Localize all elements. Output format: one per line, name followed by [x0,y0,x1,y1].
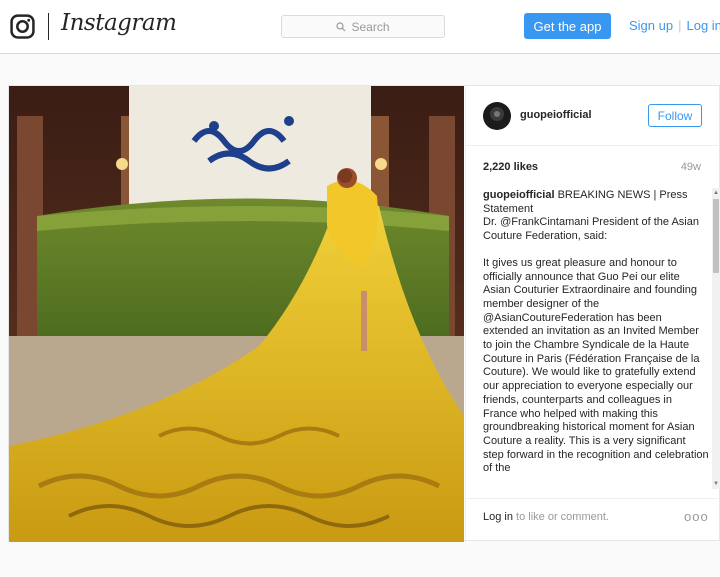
scroll-up-arrow-icon[interactable]: ▲ [712,188,720,198]
search-icon [336,21,346,31]
login-prompt-text: to like or comment. [512,511,609,523]
post-card: guopeiofficial Follow 2,220 likes 49w gu… [8,85,720,542]
get-the-app-button[interactable]: Get the app [524,13,611,39]
follow-button[interactable]: Follow [648,104,702,127]
auth-links: Sign up | Log in [629,18,720,33]
login-prompt: Log in to like or comment. [483,511,609,523]
search-input[interactable]: Search [281,15,445,38]
nav-divider [48,13,49,40]
caption-first-paragraph: guopeiofficial BREAKING NEWS | Press Sta… [483,189,709,244]
post-header: guopeiofficial Follow [466,86,720,146]
post-footer: Log in to like or comment. ooo [466,498,720,542]
post-sidebar: guopeiofficial Follow 2,220 likes 49w gu… [465,86,720,542]
post-username[interactable]: guopeiofficial [520,109,592,121]
search-placeholder: Search [351,19,390,34]
caption-scrollbar[interactable]: ▲ ▼ [712,188,720,489]
avatar-image [483,102,511,130]
likes-count[interactable]: 2,220 likes [483,161,538,173]
likes-row: 2,220 likes 49w [483,161,704,173]
post-photo-illustration [9,86,464,542]
auth-separator: | [678,18,682,33]
scroll-thumb[interactable] [713,199,719,273]
footer-login-link[interactable]: Log in [483,511,513,523]
instagram-camera-icon[interactable] [10,14,35,39]
login-link[interactable]: Log in [686,18,720,33]
scroll-down-arrow-icon[interactable]: ▼ [712,479,720,489]
caption-line2: Dr. @FrankCintamani President of the Asi… [483,216,699,243]
avatar[interactable] [483,102,511,130]
post-age[interactable]: 49w [681,161,701,173]
post-photo[interactable] [9,86,464,542]
signup-link[interactable]: Sign up [629,18,673,33]
top-nav: Instagram Search Get the app Sign up | Log… [0,0,720,54]
instagram-wordmark[interactable]: Instagram [61,10,177,36]
caption-username[interactable]: guopeiofficial [483,189,555,201]
caption-body: It gives us great pleasure and honour to… [483,256,709,475]
caption: guopeiofficial BREAKING NEWS | Press Sta… [483,189,709,489]
more-options-icon[interactable]: ooo [684,509,709,524]
